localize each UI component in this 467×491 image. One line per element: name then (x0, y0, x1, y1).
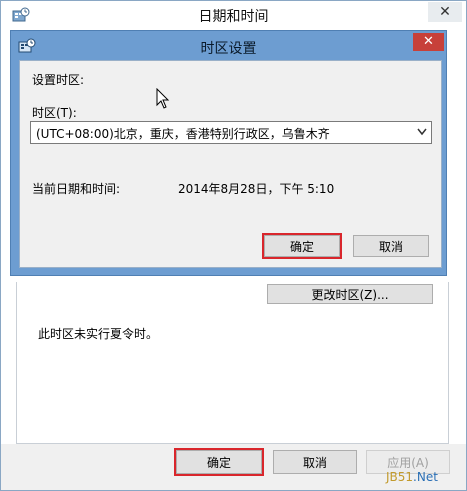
dst-message: 此时区未实行夏令时。 (38, 327, 159, 341)
outer-close-button[interactable]: ✕ (428, 2, 462, 22)
outer-content-panel (16, 282, 449, 444)
section-label: 设置时区: (32, 73, 85, 87)
watermark-right: .Net (413, 470, 438, 484)
current-datetime-value: 2014年8月28日，下午 5:10 (178, 182, 335, 196)
dialog-close-button[interactable]: ✕ (413, 33, 444, 51)
timezone-select-value: (UTC+08:00)北京，重庆，香港特别行政区，乌鲁木齐 (36, 127, 330, 141)
watermark: JB51.Net (386, 470, 438, 484)
dialog-ok-button[interactable]: 确定 (262, 233, 342, 259)
timezone-select[interactable]: (UTC+08:00)北京，重庆，香港特别行政区，乌鲁木齐 (30, 121, 432, 144)
current-datetime-label: 当前日期和时间: (32, 182, 121, 196)
close-icon: ✕ (423, 34, 434, 49)
outer-ok-button[interactable]: 确定 (174, 448, 264, 476)
outer-cancel-button[interactable]: 取消 (273, 450, 357, 474)
close-icon: ✕ (439, 4, 451, 20)
chevron-down-icon (417, 125, 427, 142)
watermark-left: JB51 (386, 470, 414, 484)
dialog-cancel-button[interactable]: 取消 (353, 235, 429, 257)
timezone-label: 时区(T): (32, 106, 77, 120)
mouse-cursor-icon (156, 87, 170, 110)
outer-window-title: 日期和时间 (198, 9, 269, 25)
dialog-title: 时区设置 (200, 41, 257, 57)
change-timezone-button[interactable]: 更改时区(Z)... (267, 284, 433, 304)
